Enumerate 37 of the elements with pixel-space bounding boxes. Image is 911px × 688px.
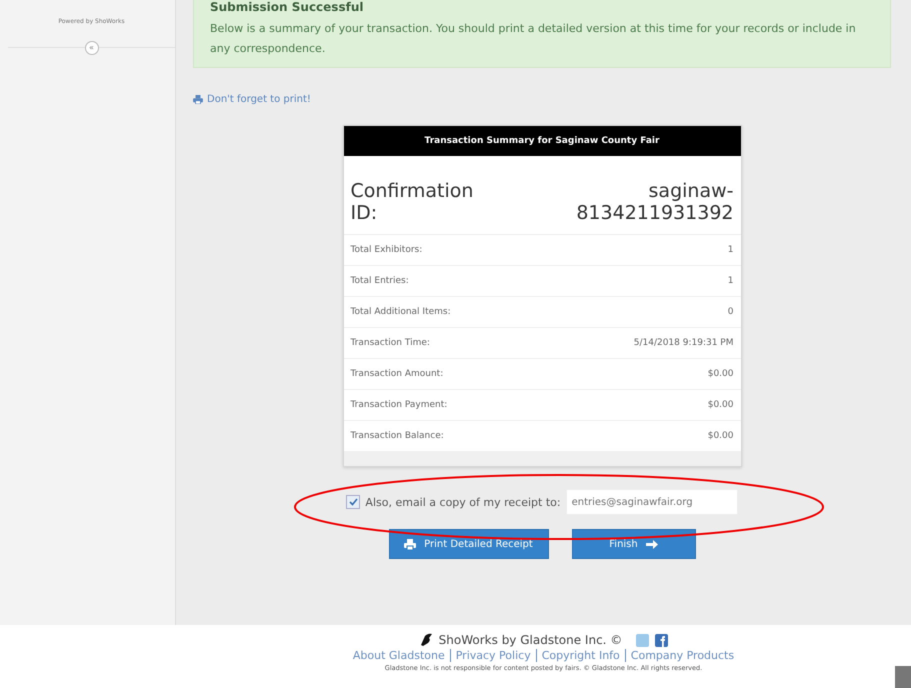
collapse-sidebar-button[interactable]: « xyxy=(84,41,98,55)
print-reminder-link[interactable]: Don't forget to print! xyxy=(193,94,311,105)
row-value: 1 xyxy=(728,245,734,255)
arrow-right-icon xyxy=(646,538,658,550)
row-label: Total Additional Items: xyxy=(350,307,451,317)
row-value: $0.00 xyxy=(708,400,734,410)
check-icon xyxy=(348,498,358,506)
footer-link[interactable]: Company Products xyxy=(624,649,734,662)
confirmation-label: Confirmation ID: xyxy=(350,180,474,224)
summary-header: Transaction Summary for Saginaw County Fair xyxy=(344,126,740,156)
row-label: Transaction Balance: xyxy=(350,431,444,441)
brand-text: ShoWorks by Gladstone Inc. © xyxy=(438,633,622,647)
row-label: Total Entries: xyxy=(350,276,409,286)
alert-title: Submission Successful xyxy=(210,0,364,14)
printer-icon xyxy=(193,95,203,104)
printer-icon xyxy=(404,538,416,550)
row-value: 1 xyxy=(728,276,734,286)
facebook-icon[interactable] xyxy=(655,634,668,646)
confirmation-id: saginaw-8134211931392 xyxy=(575,180,734,224)
email-field[interactable]: entries@saginawfair.org xyxy=(566,489,738,515)
row-label: Total Exhibitors: xyxy=(350,245,422,255)
logo-icon xyxy=(418,633,433,647)
email-label: Also, email a copy of my receipt to: xyxy=(365,496,561,508)
row-value: $0.00 xyxy=(708,369,734,379)
footer-link[interactable]: About Gladstone xyxy=(352,649,445,662)
email-checkbox[interactable] xyxy=(346,495,360,509)
row-value: 0 xyxy=(728,307,734,317)
row-label: Transaction Amount: xyxy=(350,369,444,379)
row-label: Transaction Payment: xyxy=(350,400,448,410)
row-value: $0.00 xyxy=(708,431,734,441)
row-label: Transaction Time: xyxy=(350,338,430,348)
alert-message: Below is a summary of your transaction. You should print a detailed version at this time for your records or include in any correspondence. xyxy=(210,21,857,57)
footer-link[interactable]: Privacy Policy xyxy=(450,649,531,662)
print-receipt-button[interactable]: Print Detailed Receipt xyxy=(388,529,548,559)
finish-button[interactable]: Finish xyxy=(572,529,696,559)
footer-link[interactable]: Copyright Info xyxy=(536,649,620,662)
row-value: 5/14/2018 9:19:31 PM xyxy=(634,338,734,348)
